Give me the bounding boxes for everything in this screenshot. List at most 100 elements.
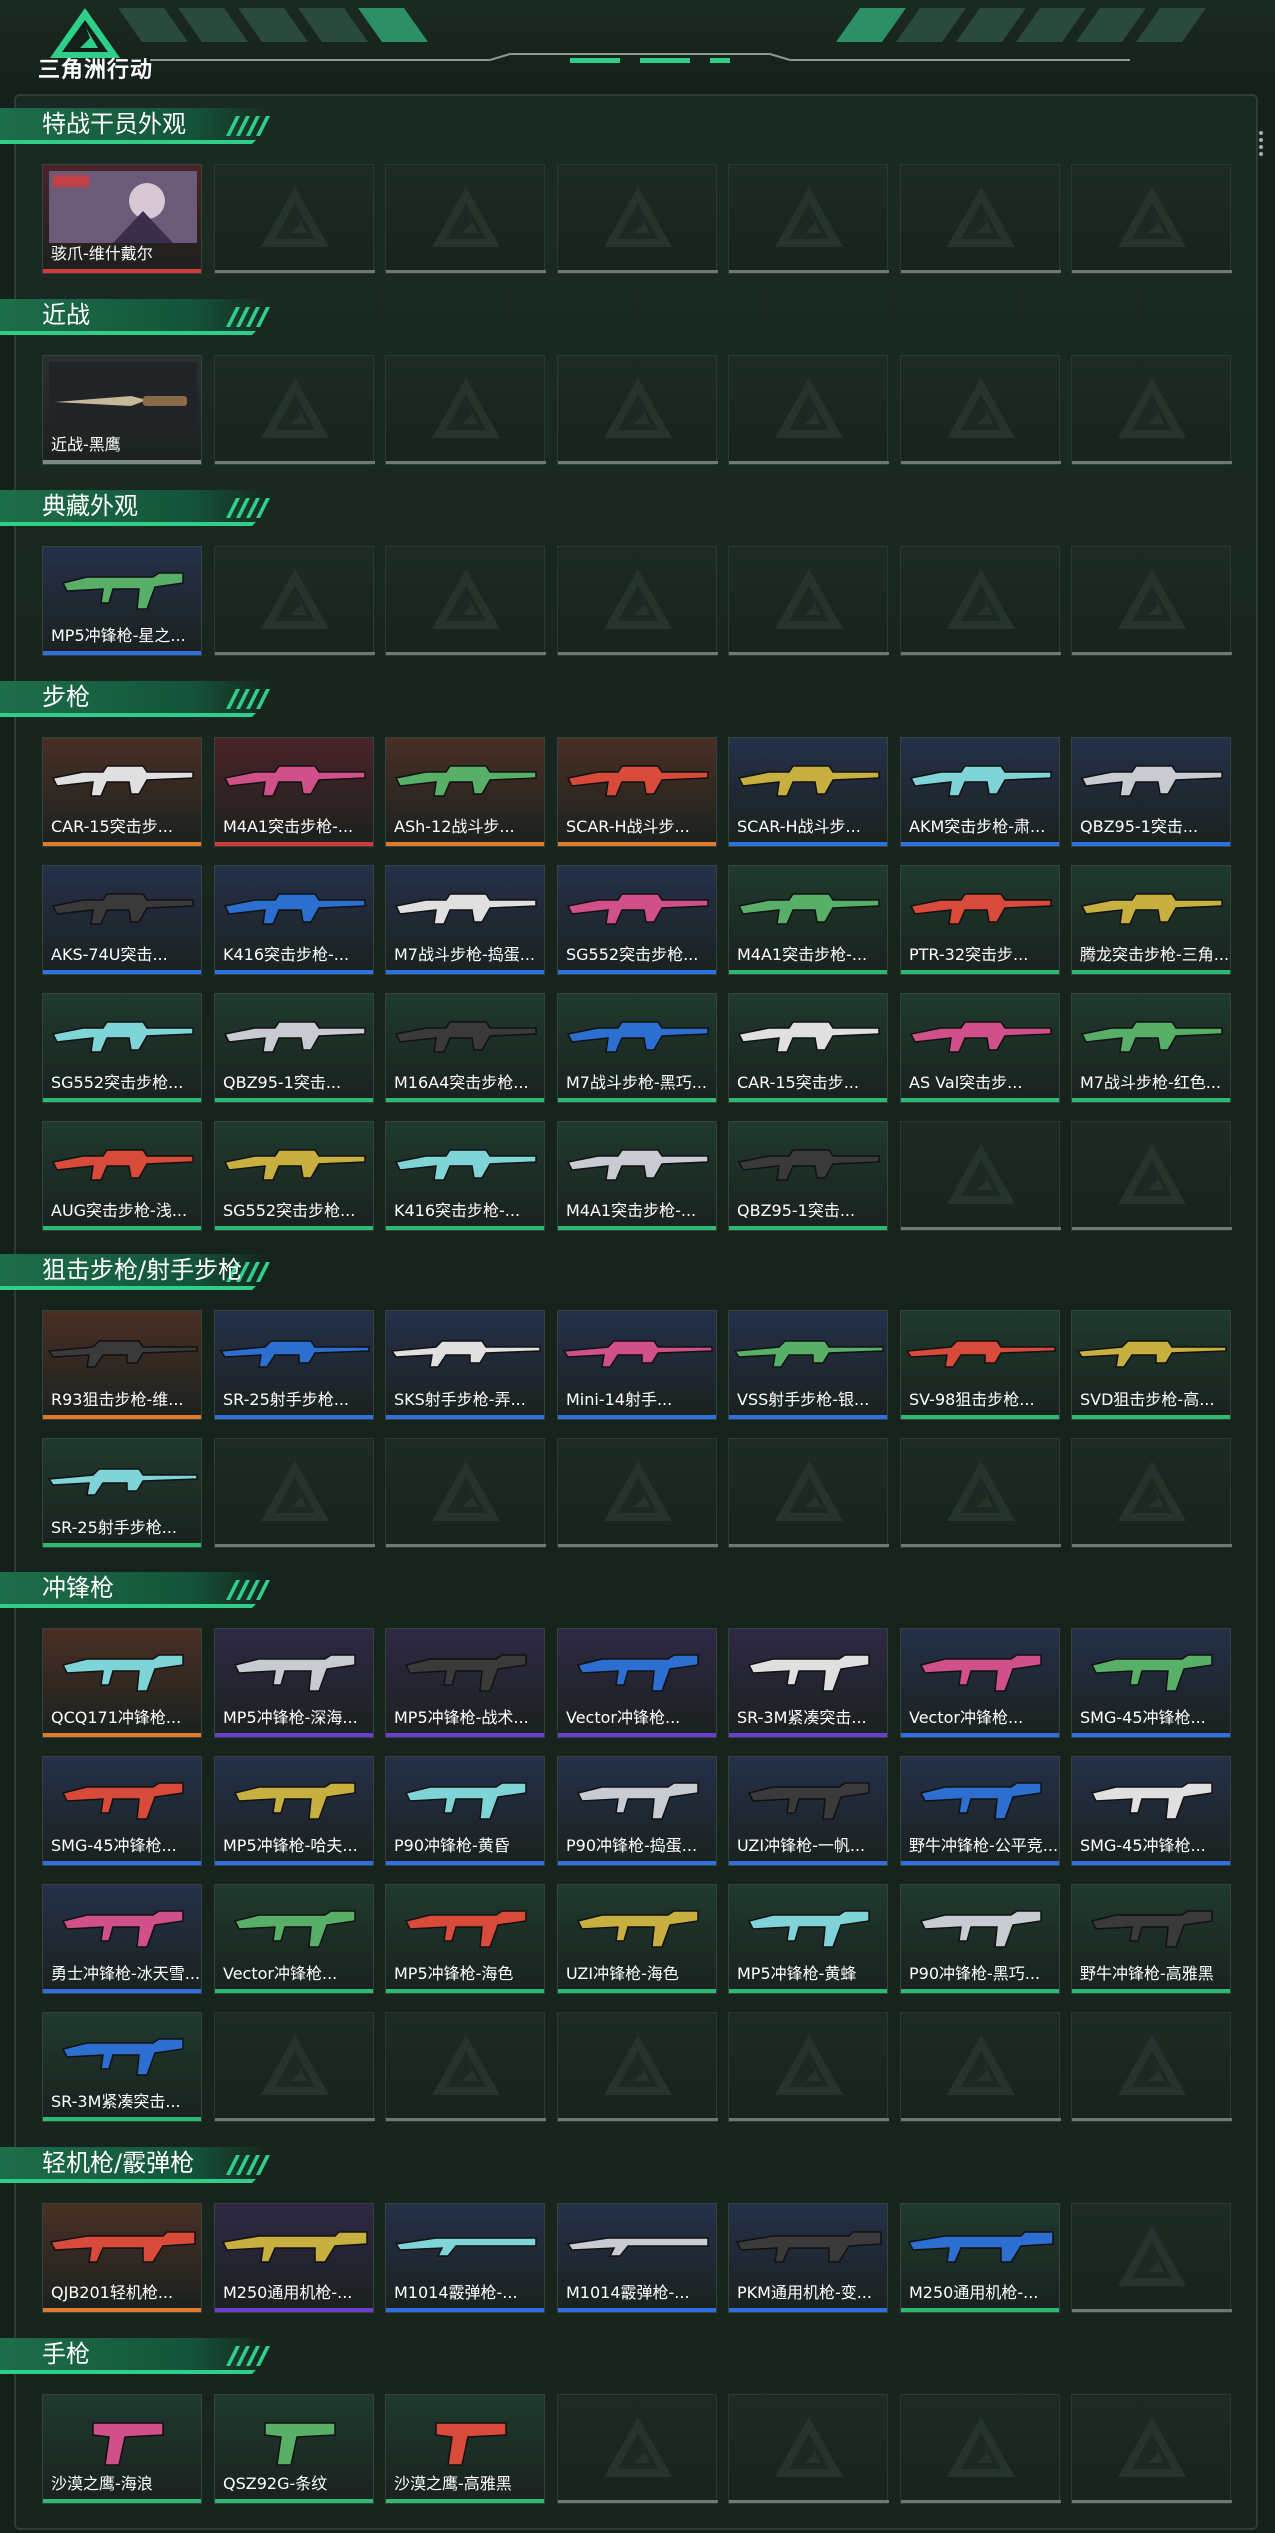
item-card[interactable]: Mini-14射手... (557, 1310, 717, 1420)
item-card[interactable]: QJB201轻机枪... (42, 2203, 202, 2313)
item-card[interactable]: CAR-15突击步... (42, 737, 202, 847)
item-card[interactable]: M1014霰弹枪-... (385, 2203, 545, 2313)
item-label: MP5冲锋枪-黄蜂 (737, 1964, 857, 1983)
item-card[interactable]: VSS射手步枪-银... (728, 1310, 888, 1420)
rarity-bar (43, 1098, 201, 1102)
header-stripes-left (118, 8, 428, 42)
item-card[interactable]: PTR-32突击步... (900, 865, 1060, 975)
item-card[interactable]: 骇爪-维什戴尔 (42, 164, 202, 274)
slot-bar (215, 1544, 375, 1547)
item-card[interactable]: SCAR-H战斗步... (728, 737, 888, 847)
item-card[interactable]: 野牛冲锋枪-公平竞... (900, 1756, 1060, 1866)
placeholder-logo-icon (1118, 2226, 1186, 2286)
item-card[interactable]: SR-25射手步枪... (42, 1438, 202, 1548)
item-card[interactable]: QCQ171冲锋枪... (42, 1628, 202, 1738)
item-card[interactable]: 勇士冲锋枪-冰天雪... (42, 1884, 202, 1994)
rarity-bar (386, 842, 544, 846)
placeholder-logo-icon (604, 2417, 672, 2477)
item-card[interactable]: M7战斗步枪-黑巧... (557, 993, 717, 1103)
item-label: SR-25射手步枪... (51, 1518, 178, 1537)
empty-slot (557, 546, 718, 656)
item-card[interactable]: K416突击步枪-... (214, 865, 374, 975)
item-card[interactable]: AKS-74U突击... (42, 865, 202, 975)
item-card[interactable]: QBZ95-1突击... (214, 993, 374, 1103)
rarity-bar (729, 970, 887, 974)
item-card[interactable]: M7战斗步枪-捣蛋... (385, 865, 545, 975)
section-title: 轻机枪/霰弹枪 (0, 2143, 280, 2183)
item-card[interactable]: SR-3M紧凑突击... (42, 2012, 202, 2122)
empty-slot (1071, 546, 1232, 656)
item-card[interactable]: M4A1突击步枪-... (214, 737, 374, 847)
item-card[interactable]: SCAR-H战斗步... (557, 737, 717, 847)
item-card[interactable]: 沙漠之鹰-海浪 (42, 2394, 202, 2504)
item-card[interactable]: 野牛冲锋枪-高雅黑 (1071, 1884, 1231, 1994)
item-card[interactable]: SVD狙击步枪-高... (1071, 1310, 1231, 1420)
item-card[interactable]: MP5冲锋枪-深海... (214, 1628, 374, 1738)
item-card[interactable]: 沙漠之鹰-高雅黑 (385, 2394, 545, 2504)
item-card[interactable]: 腾龙突击步枪-三角... (1071, 865, 1231, 975)
item-card[interactable]: M250通用机枪-... (900, 2203, 1060, 2313)
item-card[interactable]: QBZ95-1突击... (728, 1121, 888, 1231)
item-card[interactable]: MP5冲锋枪-黄蜂 (728, 1884, 888, 1994)
item-card[interactable]: M250通用机枪-... (214, 2203, 374, 2313)
item-card[interactable]: UZI冲锋枪-海色 (557, 1884, 717, 1994)
item-card[interactable]: M1014霰弹枪-... (557, 2203, 717, 2313)
section-title-text: 典藏外观 (42, 492, 138, 520)
item-card[interactable]: SMG-45冲锋枪... (42, 1756, 202, 1866)
empty-slot (557, 2394, 718, 2504)
item-card[interactable]: M4A1突击步枪-... (557, 1121, 717, 1231)
item-card[interactable]: MP5冲锋枪-海色 (385, 1884, 545, 1994)
item-card[interactable]: QSZ92G-条纹 (214, 2394, 374, 2504)
item-card[interactable]: M16A4突击步枪... (385, 993, 545, 1103)
slot-bar (729, 1544, 889, 1547)
rarity-bar (386, 1733, 544, 1737)
item-card[interactable]: 近战-黑鹰 (42, 355, 202, 465)
item-card[interactable]: SR-25射手步枪... (214, 1310, 374, 1420)
item-card[interactable]: K416突击步枪-... (385, 1121, 545, 1231)
rarity-bar (43, 1543, 201, 1547)
item-card[interactable]: Vector冲锋枪... (214, 1884, 374, 1994)
placeholder-logo-icon (261, 378, 329, 438)
item-card[interactable]: MP5冲锋枪-战术... (385, 1628, 545, 1738)
item-card[interactable]: SR-3M紧凑突击... (728, 1628, 888, 1738)
item-card[interactable]: P90冲锋枪-黄昏 (385, 1756, 545, 1866)
item-card[interactable]: M4A1突击步枪-... (728, 865, 888, 975)
item-card[interactable]: SG552突击步枪... (42, 993, 202, 1103)
item-card[interactable]: SG552突击步枪... (557, 865, 717, 975)
item-card[interactable]: SG552突击步枪... (214, 1121, 374, 1231)
item-label: Mini-14射手... (566, 1390, 673, 1409)
item-card[interactable]: P90冲锋枪-黑巧... (900, 1884, 1060, 1994)
item-card[interactable]: SKS射手步枪-弄... (385, 1310, 545, 1420)
item-card[interactable]: SV-98狙击步枪... (900, 1310, 1060, 1420)
rarity-bar (558, 1861, 716, 1865)
rarity-bar (558, 1733, 716, 1737)
item-card[interactable]: QBZ95-1突击... (1071, 737, 1231, 847)
item-card[interactable]: AS Val突击步... (900, 993, 1060, 1103)
section-title: 狙击步枪/射手步枪 (0, 1250, 280, 1290)
item-card[interactable]: P90冲锋枪-捣蛋... (557, 1756, 717, 1866)
item-card[interactable]: MP5冲锋枪-哈夫... (214, 1756, 374, 1866)
item-card[interactable]: AUG突击步枪-浅... (42, 1121, 202, 1231)
item-card[interactable]: ASh-12战斗步... (385, 737, 545, 847)
item-card[interactable]: SMG-45冲锋枪... (1071, 1628, 1231, 1738)
empty-slot (214, 164, 375, 274)
slot-bar (1072, 270, 1232, 273)
item-card[interactable]: AKM突击步枪-肃... (900, 737, 1060, 847)
slot-bar (558, 461, 718, 464)
item-card[interactable]: PKM通用机枪-变... (728, 2203, 888, 2313)
empty-slot (728, 546, 889, 656)
header: 三角洲行动 (0, 0, 1275, 92)
rarity-bar (1072, 1733, 1230, 1737)
item-card[interactable]: SMG-45冲锋枪... (1071, 1756, 1231, 1866)
slot-bar (901, 270, 1061, 273)
scrollbar[interactable] (1258, 130, 1264, 160)
item-card[interactable]: M7战斗步枪-红色... (1071, 993, 1231, 1103)
item-card[interactable]: MP5冲锋枪-星之... (42, 546, 202, 656)
item-card[interactable]: Vector冲锋枪... (900, 1628, 1060, 1738)
item-card[interactable]: CAR-15突击步... (728, 993, 888, 1103)
item-card[interactable]: UZI冲锋枪-一帆... (728, 1756, 888, 1866)
item-card[interactable]: Vector冲锋枪... (557, 1628, 717, 1738)
item-card[interactable]: R93狙击步枪-维... (42, 1310, 202, 1420)
rarity-bar (43, 1861, 201, 1865)
empty-slot (385, 355, 546, 465)
